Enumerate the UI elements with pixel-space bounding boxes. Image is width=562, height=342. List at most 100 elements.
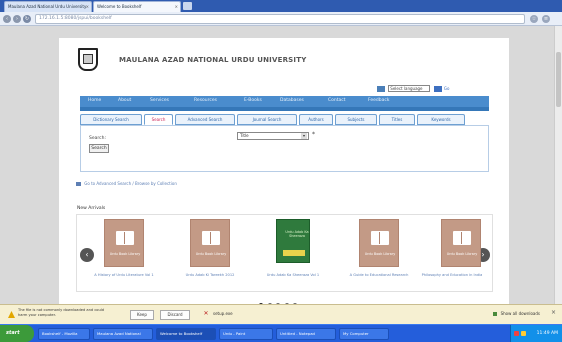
nav-item[interactable]: Feedback	[368, 98, 389, 103]
download-bar: The file is not commonly downloaded and …	[0, 304, 562, 324]
antivirus-icon[interactable]	[514, 331, 519, 336]
book-cover[interactable]: Urdu Book Library	[359, 219, 399, 267]
star-icon[interactable]: ☆	[530, 15, 538, 23]
go-icon[interactable]	[433, 85, 442, 92]
book-cover[interactable]: Urdu Book Library	[441, 219, 481, 267]
forward-icon[interactable]: ›	[13, 15, 21, 23]
link-icon	[76, 182, 81, 186]
carousel-prev-icon[interactable]: ‹	[80, 248, 94, 262]
nav-item[interactable]: Databases	[280, 98, 304, 103]
chevron-down-icon: ▾	[301, 133, 307, 139]
browser-tab-label: Maulana Azad National Urdu University	[8, 4, 87, 9]
book-item[interactable]: Urdu Book Library	[359, 219, 399, 267]
book-cover[interactable]: Urdu Book Library	[104, 219, 144, 267]
book-icon	[202, 231, 220, 245]
keep-button[interactable]: Keep	[130, 310, 154, 320]
new-arrivals-heading: New Arrivals	[77, 206, 106, 211]
book-item[interactable]: Urdu Book Library	[104, 219, 144, 267]
close-download-bar-icon[interactable]: ×	[551, 309, 556, 316]
search-type-select[interactable]: Title ▾	[237, 132, 309, 140]
download-file-name[interactable]: setup.exe	[213, 311, 233, 316]
back-icon[interactable]: ‹	[3, 15, 11, 23]
university-logo	[78, 48, 98, 71]
nav-item[interactable]: E-Books	[244, 98, 262, 103]
book-caption[interactable]: Urdu Adab Ki Tareekh 2012	[169, 273, 251, 278]
main-nav: Home About Services Resources E-Books Da…	[80, 96, 489, 107]
book-caption[interactable]: A Guide to Educational Research	[338, 273, 420, 278]
tab-titles[interactable]: Titles	[379, 114, 415, 125]
book-cover-text: Urdu Book Library	[364, 252, 396, 256]
book-caption[interactable]: A History of Urdu Literature Vol 1	[83, 273, 165, 278]
browser-navbar: ‹ › ↻ 172.16.1.5:8080/jspui/bookshelf ☆ …	[0, 12, 562, 26]
search-type-value: Title	[240, 133, 249, 138]
required-marker: *	[312, 131, 315, 138]
book-cover-text: Urdu Book Library	[446, 252, 478, 256]
close-tab-icon[interactable]: ×	[175, 2, 178, 12]
nav-item[interactable]: Home	[88, 98, 101, 103]
show-all-downloads-link[interactable]: Show all downloads	[493, 311, 540, 316]
browser-tab-1[interactable]: Maulana Azad National Urdu University ×	[4, 1, 92, 12]
search-panel: Search: Title ▾ * Search	[80, 125, 489, 172]
wrench-icon[interactable]: ≡	[542, 15, 550, 23]
reload-icon[interactable]: ↻	[23, 15, 31, 23]
clock[interactable]: 11:49 AM	[537, 325, 558, 342]
tab-subjects[interactable]: Subjects	[335, 114, 377, 125]
book-item[interactable]: Urdu Adab Ka Sheeraza	[273, 219, 313, 267]
page-title: MAULANA AZAD NATIONAL URDU UNIVERSITY	[119, 56, 307, 64]
download-warning-text: The file is not commonly downloaded and …	[18, 308, 105, 317]
go-link[interactable]: Go	[444, 86, 450, 91]
scrollbar-thumb[interactable]	[556, 52, 561, 107]
taskbar-item[interactable]: My Computer	[339, 328, 389, 340]
new-arrivals-carousel: ‹ › Urdu Book Library A History of Urdu …	[76, 214, 493, 292]
book-item[interactable]: Urdu Book Library	[190, 219, 230, 267]
language-flag-icon	[377, 85, 385, 92]
web-page: MAULANA AZAD NATIONAL URDU UNIVERSITY Se…	[59, 38, 509, 304]
taskbar-item[interactable]: Untitled - Notepad	[276, 328, 336, 340]
tab-authors[interactable]: Authors	[299, 114, 333, 125]
tab-advanced-search[interactable]: Advanced Search	[175, 114, 235, 125]
browser-viewport: MAULANA AZAD NATIONAL URDU UNIVERSITY Se…	[0, 26, 562, 304]
discard-button[interactable]: Discard	[160, 310, 190, 320]
system-tray: 11:49 AM	[510, 325, 562, 342]
book-caption[interactable]: Urdu Adab Ka Sheeraza Vol 1	[252, 273, 334, 278]
page-scrollbar[interactable]	[554, 26, 562, 304]
taskbar-item[interactable]: Urdu - Paint	[219, 328, 273, 340]
taskbar: start Bookshelf - Mozilla Maulana Azad N…	[0, 324, 562, 342]
taskbar-item[interactable]: Bookshelf - Mozilla	[38, 328, 90, 340]
close-tab-icon[interactable]: ×	[86, 2, 89, 12]
search-label: Search:	[89, 136, 106, 141]
nav-item[interactable]: Contact	[328, 98, 346, 103]
book-item[interactable]: Urdu Book Library	[441, 219, 481, 267]
tab-journal-search[interactable]: Journal Search	[237, 114, 297, 125]
language-select[interactable]: Select language	[388, 85, 431, 92]
book-icon	[116, 231, 134, 245]
section-tabs: Dictionary Search Search Advanced Search…	[80, 114, 489, 125]
advanced-search-link[interactable]: Go to Advanced Search / Browse by Collec…	[76, 181, 177, 186]
network-icon[interactable]	[521, 331, 526, 336]
browser-tabbar: Maulana Azad National Urdu University × …	[0, 0, 562, 12]
book-icon	[371, 231, 389, 245]
taskbar-item[interactable]: Welcome to Bookshelf	[156, 328, 216, 340]
browser-tab-label: Welcome to Bookshelf	[97, 4, 142, 9]
tab-search[interactable]: Search	[144, 114, 173, 125]
taskbar-item[interactable]: Maulana Azad National	[93, 328, 153, 340]
nav-underbar	[80, 107, 489, 111]
book-cover-band	[283, 250, 305, 256]
nav-item[interactable]: Services	[150, 98, 169, 103]
book-cover-text: Urdu Book Library	[109, 252, 141, 256]
nav-item[interactable]: About	[118, 98, 131, 103]
book-caption[interactable]: Philosophy and Education in India	[411, 273, 493, 278]
book-cover[interactable]: Urdu Adab Ka Sheeraza	[276, 219, 310, 263]
close-icon[interactable]: ✕	[202, 310, 210, 318]
new-tab-button[interactable]	[183, 2, 192, 10]
book-cover[interactable]: Urdu Book Library	[190, 219, 230, 267]
browser-tab-2[interactable]: Welcome to Bookshelf ×	[93, 1, 181, 12]
start-button[interactable]: start	[0, 325, 34, 342]
tab-keywords[interactable]: Keywords	[417, 114, 465, 125]
nav-item[interactable]: Resources	[194, 98, 217, 103]
search-button[interactable]: Search	[89, 144, 109, 153]
book-cover-text: Urdu Book Library	[195, 252, 227, 256]
tab-dictionary-search[interactable]: Dictionary Search	[80, 114, 142, 125]
address-bar[interactable]: 172.16.1.5:8080/jspui/bookshelf	[35, 14, 525, 24]
download-icon	[493, 312, 498, 316]
